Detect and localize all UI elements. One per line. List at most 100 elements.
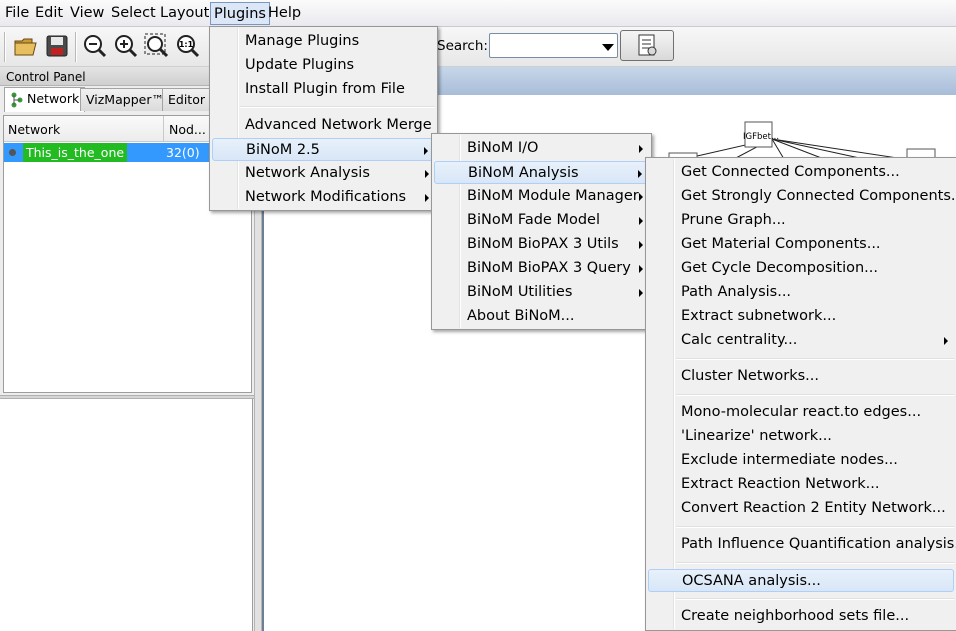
menu-item-calc-centrality-label: Calc centrality... — [681, 332, 798, 348]
menu-item-get-connected-components[interactable]: Get Connected Components... — [648, 161, 954, 184]
menu-item-binom-module-manager-label: BiNoM Module Manager — [467, 188, 639, 204]
control-panel-title: Control Panel — [6, 70, 86, 84]
menu-item-path-analysis[interactable]: Path Analysis... — [648, 281, 954, 304]
menu-item-binom-label: BiNoM 2.5 — [246, 142, 320, 158]
menu-separator — [676, 394, 954, 396]
tab-network[interactable]: Network — [4, 87, 86, 112]
submenu-arrow-icon — [639, 193, 643, 201]
menu-item-linearize-network[interactable]: 'Linearize' network... — [648, 425, 954, 448]
plugins-menu: Manage Plugins Update Plugins Install Pl… — [209, 26, 438, 211]
menu-separator — [676, 598, 954, 600]
menu-file[interactable]: File — [2, 2, 32, 25]
submenu-arrow-icon — [424, 147, 428, 155]
menu-item-get-material-components[interactable]: Get Material Components... — [648, 233, 954, 256]
menu-item-binom-fade-model-label: BiNoM Fade Model — [467, 212, 600, 228]
menu-bar: File Edit View Select Layout Plugins Hel… — [0, 0, 956, 27]
tab-vizmapper[interactable]: VizMapper™ — [80, 88, 170, 111]
menu-item-binom-io-label: BiNoM I/O — [467, 140, 539, 156]
network-tree-icon — [11, 92, 23, 108]
menu-item-binom-analysis[interactable]: BiNoM Analysis — [434, 161, 649, 184]
graph-edge — [771, 138, 785, 160]
menu-item-cluster-networks[interactable]: Cluster Networks... — [648, 365, 954, 388]
submenu-arrow-icon — [639, 289, 643, 297]
graph-edge — [771, 138, 865, 160]
menu-item-binom-io[interactable]: BiNoM I/O — [434, 137, 649, 160]
column-network[interactable]: Network — [8, 122, 60, 137]
menu-item-binom-analysis-label: BiNoM Analysis — [468, 165, 579, 181]
menu-item-binom[interactable]: BiNoM 2.5 — [212, 138, 435, 161]
menu-edit[interactable]: Edit — [32, 2, 66, 25]
submenu-arrow-icon — [639, 241, 643, 249]
toolbar-separator — [75, 32, 77, 62]
menu-item-network-modifications-label: Network Modifications — [245, 189, 407, 205]
menu-item-convert-reaction-entity-network[interactable]: Convert Reaction 2 Entity Network... — [648, 497, 954, 520]
search-input[interactable] — [489, 33, 599, 58]
menu-item-about-binom[interactable]: About BiNoM... — [434, 305, 649, 328]
menu-item-binom-fade-model[interactable]: BiNoM Fade Model — [434, 209, 649, 232]
menu-layout[interactable]: Layout — [157, 2, 212, 25]
control-panel-lower-pane — [0, 399, 253, 631]
svg-text:1:1: 1:1 — [179, 40, 194, 49]
network-node-count: 32(0) — [166, 145, 200, 160]
zoom-out-icon[interactable] — [82, 33, 108, 59]
menu-item-binom-utilities-label: BiNoM Utilities — [467, 284, 573, 300]
graph-edge — [771, 138, 905, 160]
menu-item-get-cycle-decomposition[interactable]: Get Cycle Decomposition... — [648, 257, 954, 280]
network-name: This_is_the_one — [23, 143, 128, 162]
column-nodes[interactable]: Nod... — [169, 122, 206, 137]
submenu-arrow-icon — [639, 145, 643, 153]
submenu-arrow-icon — [639, 265, 643, 273]
submenu-arrow-icon — [425, 170, 429, 178]
menu-separator — [240, 106, 435, 108]
submenu-arrow-icon — [944, 337, 948, 345]
row-bullet-icon — [9, 149, 16, 156]
menu-item-mono-molecular-react[interactable]: Mono-molecular react.to edges... — [648, 401, 954, 424]
menu-item-binom-biopax-query[interactable]: BiNoM BioPAX 3 Query — [434, 257, 649, 280]
save-icon[interactable] — [44, 33, 70, 59]
menu-item-binom-utilities[interactable]: BiNoM Utilities — [434, 281, 649, 304]
submenu-arrow-icon — [425, 194, 429, 202]
menu-item-extract-reaction-network[interactable]: Extract Reaction Network... — [648, 473, 954, 496]
menu-help[interactable]: Help — [265, 2, 304, 25]
menu-item-binom-biopax-utils[interactable]: BiNoM BioPAX 3 Utils — [434, 233, 649, 256]
menu-item-create-neighborhood-sets[interactable]: Create neighborhood sets file... — [648, 605, 954, 628]
menu-item-extract-subnetwork[interactable]: Extract subnetwork... — [648, 305, 954, 328]
zoom-in-icon[interactable] — [113, 33, 139, 59]
menu-item-exclude-intermediate-nodes[interactable]: Exclude intermediate nodes... — [648, 449, 954, 472]
search-options-icon — [638, 34, 657, 56]
toolbar-grip — [4, 32, 6, 62]
tab-network-label: Network — [27, 91, 80, 106]
submenu-arrow-icon — [638, 170, 642, 178]
menu-item-network-analysis-label: Network Analysis — [245, 165, 370, 181]
menu-item-ocsana-analysis[interactable]: OCSANA analysis... — [648, 569, 954, 592]
open-folder-icon[interactable] — [13, 33, 39, 59]
column-divider[interactable] — [163, 116, 164, 142]
menu-item-network-modifications[interactable]: Network Modifications — [212, 186, 435, 209]
menu-item-binom-module-manager[interactable]: BiNoM Module Manager — [434, 185, 649, 208]
menu-item-get-strongly-connected-components[interactable]: Get Strongly Connected Components... — [648, 185, 956, 208]
toolbar: 1:1 Search: — [0, 27, 956, 67]
menu-item-binom-biopax-query-label: BiNoM BioPAX 3 Query — [467, 260, 631, 276]
binom-submenu: BiNoM I/O BiNoM Analysis BiNoM Module Ma… — [431, 133, 652, 330]
tab-editor[interactable]: Editor — [162, 88, 211, 111]
node-label: IGFbet... — [743, 132, 779, 142]
zoom-fit-icon[interactable] — [144, 33, 170, 59]
menu-separator — [676, 358, 954, 360]
menu-item-path-influence-quantification[interactable]: Path Influence Quantification analysis..… — [648, 533, 956, 556]
menu-select[interactable]: Select — [108, 2, 159, 25]
menu-item-network-analysis[interactable]: Network Analysis — [212, 162, 435, 185]
menu-plugins[interactable]: Plugins — [210, 2, 270, 25]
menu-item-update-plugins[interactable]: Update Plugins — [212, 54, 435, 77]
zoom-actual-icon[interactable]: 1:1 — [175, 33, 201, 59]
search-options-button[interactable] — [620, 30, 674, 61]
menu-item-binom-biopax-utils-label: BiNoM BioPAX 3 Utils — [467, 236, 619, 252]
menu-view[interactable]: View — [67, 2, 107, 25]
menu-item-manage-plugins[interactable]: Manage Plugins — [212, 30, 435, 53]
menu-item-install-plugin[interactable]: Install Plugin from File — [212, 78, 435, 101]
search-label: Search: — [437, 38, 488, 54]
menu-item-calc-centrality[interactable]: Calc centrality... — [648, 329, 954, 352]
menu-item-prune-graph[interactable]: Prune Graph... — [648, 209, 954, 232]
binom-analysis-submenu: Get Connected Components... Get Strongly… — [645, 157, 956, 631]
search-dropdown-button[interactable] — [598, 33, 618, 58]
menu-item-advanced-network-merge[interactable]: Advanced Network Merge — [212, 114, 435, 137]
